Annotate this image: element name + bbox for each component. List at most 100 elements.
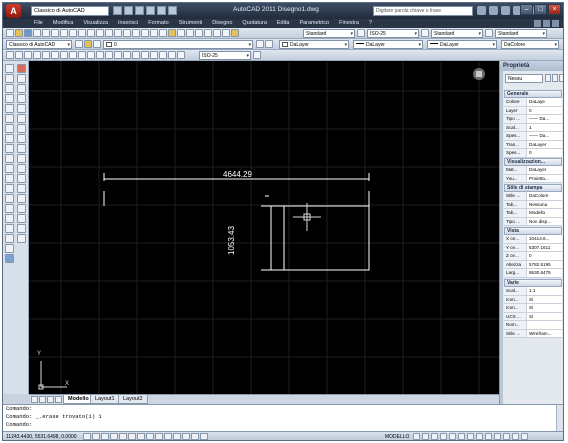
extend-icon[interactable] [17, 164, 26, 173]
section-title[interactable]: Varie [504, 279, 562, 287]
menu-strumenti[interactable]: Strumenti [174, 19, 208, 28]
scale-icon[interactable] [17, 134, 26, 143]
array-icon[interactable] [17, 104, 26, 113]
transparency-icon[interactable] [182, 433, 190, 440]
section-title[interactable]: Stile di stampa [504, 184, 562, 192]
new-icon[interactable] [6, 29, 14, 37]
menu-edita[interactable]: Edita [272, 19, 295, 28]
property-row[interactable]: Spes... 0 [504, 149, 562, 158]
table-icon[interactable] [5, 234, 14, 243]
dim-style-icon[interactable] [357, 29, 365, 37]
table-style-icon[interactable] [421, 29, 429, 37]
color-combo[interactable]: DaLayer [279, 40, 349, 49]
lineweight-combo[interactable]: DaLayer [427, 40, 497, 49]
inspection-icon[interactable] [141, 51, 149, 59]
layer-properties-icon[interactable] [84, 40, 92, 48]
section-title[interactable]: Vista [504, 227, 562, 235]
close-button[interactable]: × [548, 4, 561, 15]
polyline-icon[interactable] [5, 84, 14, 93]
command-prompt[interactable]: Comando: [6, 421, 563, 429]
design-center-icon[interactable] [177, 29, 185, 37]
selection-cycling-icon[interactable] [200, 433, 208, 440]
make-current-layer-icon[interactable] [256, 40, 264, 48]
property-row[interactable]: Spes... —— Da... [504, 132, 562, 141]
property-row[interactable]: Layer 0 [504, 106, 562, 115]
command-scrollbar[interactable] [556, 405, 563, 432]
object-snap-tracking-icon[interactable] [146, 433, 154, 440]
property-row[interactable]: Altezza 5782.5195 [504, 260, 562, 269]
quick-view-layouts-icon[interactable] [413, 433, 420, 440]
continue-icon[interactable] [96, 51, 104, 59]
infer-constraints-icon[interactable] [83, 433, 91, 440]
application-menu-button[interactable]: A [6, 4, 21, 18]
arc-length-icon[interactable] [24, 51, 32, 59]
stretch-icon[interactable] [17, 144, 26, 153]
property-row[interactable]: Larg... 9530.6475 [504, 269, 562, 278]
trim-icon[interactable] [17, 154, 26, 163]
coordinates-display[interactable]: 11243.4430, 5531.6498, 0.0000 [6, 433, 77, 440]
drawing-canvas[interactable]: 4644.29 1053.43 Y X [29, 61, 499, 394]
quick-dim-icon[interactable] [78, 51, 86, 59]
dim-edit-icon[interactable] [159, 51, 167, 59]
isolate-objects-icon[interactable] [512, 433, 519, 440]
make-block-icon[interactable] [5, 184, 14, 193]
dynamic-input-icon[interactable] [164, 433, 172, 440]
text-style-combo[interactable]: Standard [303, 29, 355, 38]
zoom-window-icon[interactable] [150, 29, 158, 37]
property-row[interactable]: X ce... 10414.6... [504, 235, 562, 244]
property-row[interactable]: Y ce... 5307.1611 [504, 243, 562, 252]
diameter-icon[interactable] [60, 51, 68, 59]
3d-object-snap-icon[interactable] [137, 433, 145, 440]
dim-style-combo[interactable]: ISO-25 [367, 29, 419, 38]
communication-icon[interactable] [501, 6, 510, 15]
workspace-selector[interactable]: Classico di AutoCAD [31, 6, 109, 16]
object-snap-icon[interactable] [128, 433, 136, 440]
menu-formato[interactable]: Formato [143, 19, 173, 28]
aligned-dim-icon[interactable] [15, 51, 23, 59]
doc-restore-button[interactable] [543, 20, 550, 27]
dim-style-combo-2[interactable]: ISO-25 [199, 51, 251, 60]
last-tab-icon[interactable] [55, 396, 62, 403]
plot-icon[interactable] [168, 6, 177, 15]
cut-icon[interactable] [69, 29, 77, 37]
tab-layout2[interactable]: Layout2 [118, 395, 148, 404]
match-properties-icon[interactable] [96, 29, 104, 37]
doc-close-button[interactable] [552, 20, 559, 27]
hardware-acceleration-icon[interactable] [503, 433, 510, 440]
menu-file[interactable]: File [29, 19, 48, 28]
tool-palettes-icon[interactable] [186, 29, 194, 37]
select-objects-icon[interactable] [552, 74, 558, 82]
insert-block-icon[interactable] [5, 174, 14, 183]
block-editor-icon[interactable] [105, 29, 113, 37]
clean-screen-icon[interactable] [521, 433, 528, 440]
layer-combo[interactable]: 0 [103, 40, 253, 49]
help-icon[interactable] [222, 29, 230, 37]
dim-style-manager-icon[interactable] [253, 51, 261, 59]
property-row[interactable]: Scal... 1 [504, 123, 562, 132]
jogged-icon[interactable] [51, 51, 59, 59]
center-mark-icon[interactable] [132, 51, 140, 59]
quickcalc-icon[interactable] [213, 29, 221, 37]
menu-disegno[interactable]: Disegno [207, 19, 237, 28]
save-icon[interactable] [135, 6, 144, 15]
markup-icon[interactable] [204, 29, 212, 37]
menu-quotatura[interactable]: Quotatura [237, 19, 271, 28]
ordinate-icon[interactable] [33, 51, 41, 59]
move-icon[interactable] [17, 114, 26, 123]
lineweight-icon[interactable] [173, 433, 181, 440]
break-at-point-icon[interactable] [17, 174, 26, 183]
angular-icon[interactable] [69, 51, 77, 59]
mirror-icon[interactable] [17, 84, 26, 93]
radius-icon[interactable] [42, 51, 50, 59]
property-row[interactable]: You... Proietta... [504, 174, 562, 183]
minimize-button[interactable]: – [520, 4, 533, 15]
property-row[interactable]: Tipo ... —— Da... [504, 115, 562, 124]
construction-line-icon[interactable] [5, 74, 14, 83]
jogged-linear-icon[interactable] [150, 51, 158, 59]
mleader-style-combo[interactable]: Standard [495, 29, 547, 38]
menu-visualizza[interactable]: Visualizza [78, 19, 113, 28]
viewcube-icon[interactable] [473, 68, 485, 80]
first-tab-icon[interactable] [31, 396, 38, 403]
ortho-mode-icon[interactable] [110, 433, 118, 440]
showmotion-icon[interactable] [458, 433, 465, 440]
